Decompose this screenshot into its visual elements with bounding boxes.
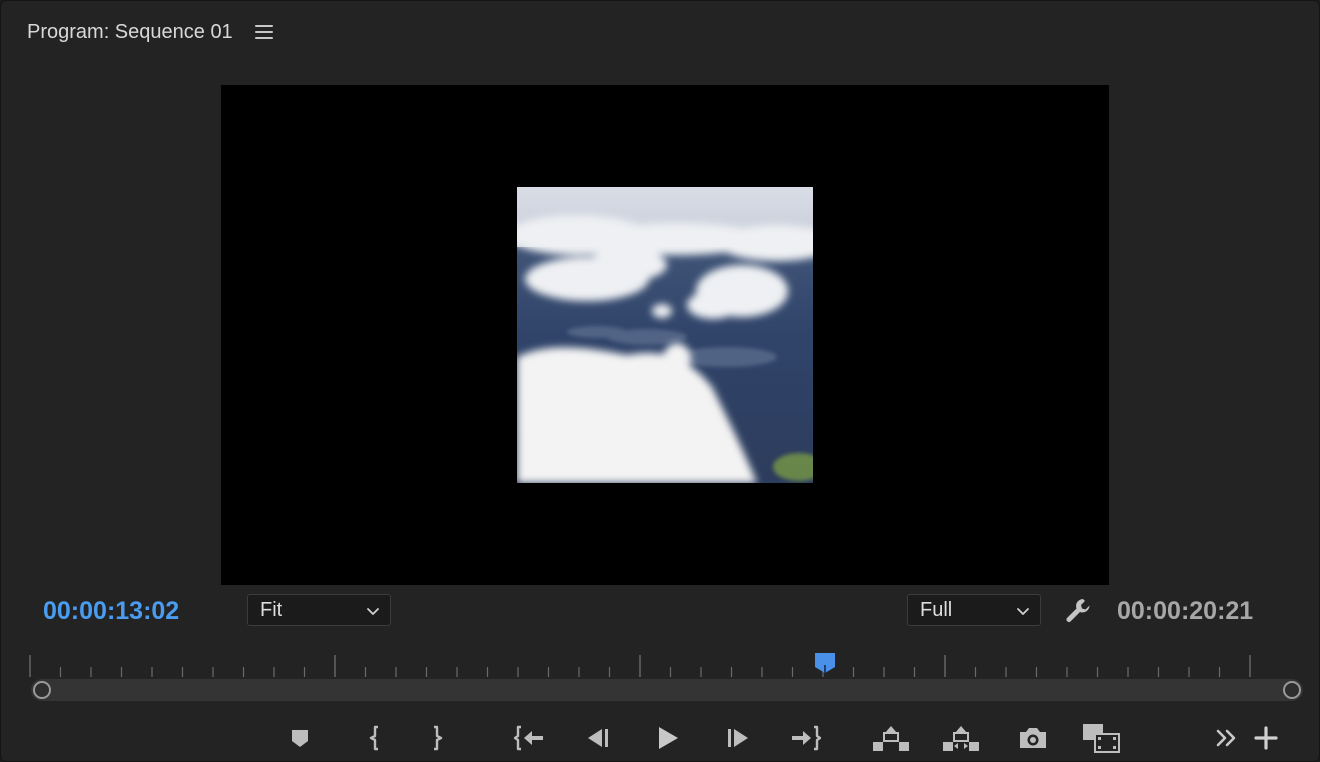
extract-icon bbox=[943, 726, 979, 751]
step-back-button[interactable] bbox=[577, 719, 617, 757]
go-to-out-icon bbox=[792, 725, 822, 751]
settings-wrench-icon[interactable] bbox=[1063, 595, 1095, 627]
scrollbar-left-handle[interactable] bbox=[33, 681, 51, 699]
lift-icon bbox=[873, 726, 909, 751]
mark-out-button[interactable] bbox=[418, 719, 458, 757]
comparison-view-icon bbox=[1083, 724, 1120, 753]
scrollbar-right-handle[interactable] bbox=[1283, 681, 1301, 699]
button-editor-icon bbox=[1254, 726, 1278, 750]
panel-header: Program: Sequence 01 bbox=[27, 17, 273, 47]
go-to-out-button[interactable] bbox=[786, 719, 826, 757]
chevron-down-icon bbox=[1017, 608, 1029, 615]
playhead-icon[interactable] bbox=[813, 651, 837, 675]
export-frame-button[interactable] bbox=[1013, 719, 1053, 757]
current-timecode[interactable]: 00:00:13:02 bbox=[43, 595, 179, 627]
program-monitor-panel: Program: Sequence 01 00:00:13:02 Fit Ful… bbox=[0, 0, 1320, 762]
zoom-level-value: Fit bbox=[260, 598, 283, 621]
aerial-clouds-image bbox=[517, 187, 813, 483]
go-to-in-button[interactable] bbox=[509, 719, 549, 757]
play-icon bbox=[659, 727, 678, 749]
extract-button[interactable] bbox=[941, 719, 981, 757]
zoom-scrollbar[interactable] bbox=[31, 679, 1303, 701]
playback-resolution-value: Full bbox=[920, 598, 953, 621]
video-frame-clouds bbox=[517, 187, 813, 483]
step-forward-button[interactable] bbox=[719, 719, 759, 757]
chevron-down-icon bbox=[367, 608, 379, 615]
export-frame-icon bbox=[1020, 728, 1046, 748]
time-ruler[interactable] bbox=[29, 649, 1279, 679]
more-controls-button[interactable] bbox=[1207, 719, 1247, 757]
go-to-in-icon bbox=[513, 725, 543, 751]
mark-out-icon bbox=[434, 725, 443, 751]
play-button[interactable] bbox=[647, 719, 687, 757]
program-monitor-viewer[interactable] bbox=[221, 85, 1109, 585]
zoom-level-dropdown[interactable]: Fit bbox=[247, 594, 391, 626]
playback-resolution-dropdown[interactable]: Full bbox=[907, 594, 1041, 626]
step-back-icon bbox=[588, 729, 608, 747]
duration-timecode: 00:00:20:21 bbox=[1117, 597, 1254, 625]
add-marker-button[interactable] bbox=[280, 719, 320, 757]
more-controls-icon bbox=[1216, 729, 1236, 747]
hamburger-menu-icon[interactable] bbox=[254, 25, 273, 39]
mark-in-icon bbox=[369, 725, 378, 751]
panel-title: Program: Sequence 01 bbox=[27, 20, 233, 43]
step-forward-icon bbox=[728, 729, 748, 747]
mark-in-button[interactable] bbox=[354, 719, 394, 757]
add-marker-icon bbox=[292, 730, 308, 747]
comparison-view-button[interactable] bbox=[1081, 719, 1121, 757]
lift-button[interactable] bbox=[871, 719, 911, 757]
button-editor-button[interactable] bbox=[1246, 719, 1286, 757]
